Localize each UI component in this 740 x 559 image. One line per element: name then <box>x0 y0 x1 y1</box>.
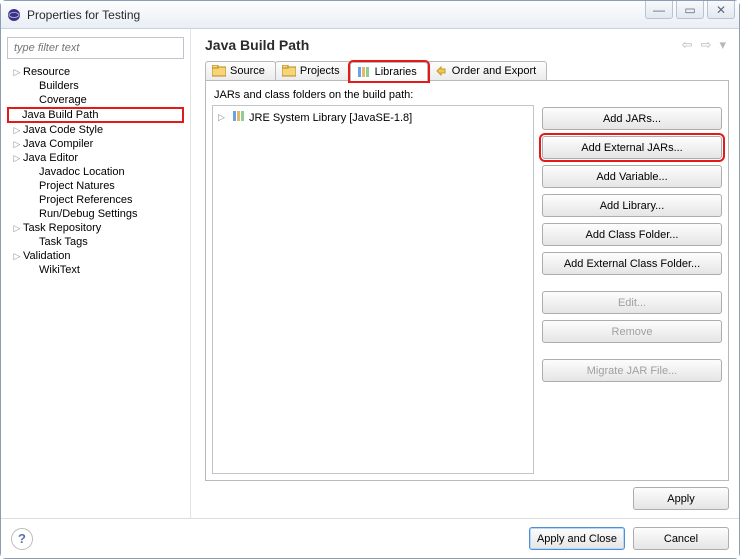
sidebar-item-task-repository[interactable]: ▷Task Repository <box>7 221 184 235</box>
close-button[interactable]: ✕ <box>707 1 735 19</box>
tree-row-jre[interactable]: ▷ JRE System Library [JavaSE-1.8] <box>216 109 530 126</box>
sidebar-item-builders[interactable]: Builders <box>7 79 184 93</box>
sidebar-item-java-compiler[interactable]: ▷Java Compiler <box>7 137 184 151</box>
add-external-jars-button[interactable]: Add External JARs... <box>542 136 722 159</box>
projects-folder-icon <box>282 65 296 77</box>
nav-tree: ▷ResourceBuildersCoverageJava Build Path… <box>7 65 184 510</box>
add-variable-button[interactable]: Add Variable... <box>542 165 722 188</box>
apply-and-close-button[interactable]: Apply and Close <box>529 527 625 550</box>
tree-row-label: JRE System Library [JavaSE-1.8] <box>249 112 412 124</box>
libraries-tree[interactable]: ▷ JRE System Library [JavaSE-1.8] <box>212 105 534 474</box>
help-icon[interactable]: ? <box>11 528 33 550</box>
tree-arrow-icon[interactable]: ▷ <box>11 125 23 136</box>
sidebar-item-label: Task Tags <box>39 236 88 248</box>
tab-label: Libraries <box>375 66 417 78</box>
sidebar-item-label: Builders <box>39 80 79 92</box>
tab-libraries[interactable]: Libraries <box>350 62 428 81</box>
edit-button[interactable]: Edit... <box>542 291 722 314</box>
add-class-folder-button[interactable]: Add Class Folder... <box>542 223 722 246</box>
sidebar-item-label: Validation <box>23 250 71 262</box>
titlebar: Properties for Testing — ▭ ✕ <box>1 1 739 29</box>
sidebar-item-label: Javadoc Location <box>39 166 125 178</box>
page-title: Java Build Path <box>205 37 679 53</box>
sidebar-item-wikitext[interactable]: WikiText <box>7 263 184 277</box>
window-title: Properties for Testing <box>27 8 140 22</box>
sidebar-item-label: Task Repository <box>23 222 101 234</box>
sidebar-item-label: Java Editor <box>23 152 78 164</box>
sidebar-item-run-debug-settings[interactable]: Run/Debug Settings <box>7 207 184 221</box>
cancel-button[interactable]: Cancel <box>633 527 729 550</box>
source-folder-icon <box>212 65 226 77</box>
back-arrow-icon[interactable]: ⇦ <box>679 37 696 53</box>
tree-arrow-icon[interactable]: ▷ <box>11 251 23 262</box>
tab-source[interactable]: Source <box>205 61 276 80</box>
tree-arrow-icon[interactable]: ▷ <box>11 67 23 78</box>
sidebar-item-label: Project Natures <box>39 180 115 192</box>
sidebar-item-label: WikiText <box>39 264 80 276</box>
history-nav: ⇦ ⇨ ▾ <box>679 37 729 53</box>
tree-expand-icon[interactable]: ▷ <box>218 112 229 123</box>
tab-projects[interactable]: Projects <box>275 61 351 80</box>
tab-label: Order and Export <box>452 65 536 77</box>
minimize-button[interactable]: — <box>645 1 673 19</box>
tab-order-export[interactable]: Order and Export <box>427 61 547 80</box>
order-export-icon <box>434 65 448 77</box>
add-library-button[interactable]: Add Library... <box>542 194 722 217</box>
sidebar-item-resource[interactable]: ▷Resource <box>7 65 184 79</box>
sidebar-item-project-natures[interactable]: Project Natures <box>7 179 184 193</box>
sidebar-item-java-editor[interactable]: ▷Java Editor <box>7 151 184 165</box>
add-external-class-folder-button[interactable]: Add External Class Folder... <box>542 252 722 275</box>
eclipse-icon <box>7 8 21 22</box>
sidebar-item-project-references[interactable]: Project References <box>7 193 184 207</box>
libraries-description: JARs and class folders on the build path… <box>214 89 722 101</box>
sidebar-item-label: Java Code Style <box>23 124 103 136</box>
remove-button[interactable]: Remove <box>542 320 722 343</box>
sidebar-item-label: Java Compiler <box>23 138 93 150</box>
filter-input[interactable] <box>7 37 184 59</box>
dropdown-arrow-icon[interactable]: ▾ <box>716 37 729 53</box>
sidebar-item-task-tags[interactable]: Task Tags <box>7 235 184 249</box>
sidebar: ▷ResourceBuildersCoverageJava Build Path… <box>1 29 191 518</box>
tree-arrow-icon[interactable]: ▷ <box>11 139 23 150</box>
tree-arrow-icon[interactable]: ▷ <box>11 153 23 164</box>
add-jars-button[interactable]: Add JARs... <box>542 107 722 130</box>
tab-label: Source <box>230 65 265 77</box>
library-icon <box>232 110 246 125</box>
sidebar-item-label: Project References <box>39 194 133 206</box>
tabstrip: Source Projects Libraries Order and Expo… <box>205 61 729 81</box>
sidebar-item-coverage[interactable]: Coverage <box>7 93 184 107</box>
sidebar-item-label: Coverage <box>39 94 87 106</box>
forward-arrow-icon[interactable]: ⇨ <box>698 37 715 53</box>
sidebar-item-validation[interactable]: ▷Validation <box>7 249 184 263</box>
tree-arrow-icon[interactable]: ▷ <box>11 223 23 234</box>
sidebar-item-java-build-path[interactable]: Java Build Path <box>7 107 184 123</box>
tab-label: Projects <box>300 65 340 77</box>
apply-button[interactable]: Apply <box>633 487 729 510</box>
migrate-jar-button[interactable]: Migrate JAR File... <box>542 359 722 382</box>
maximize-button[interactable]: ▭ <box>676 1 704 19</box>
libraries-icon <box>357 66 371 78</box>
sidebar-item-java-code-style[interactable]: ▷Java Code Style <box>7 123 184 137</box>
sidebar-item-javadoc-location[interactable]: Javadoc Location <box>7 165 184 179</box>
sidebar-item-label: Run/Debug Settings <box>39 208 137 220</box>
sidebar-item-label: Java Build Path <box>22 109 98 121</box>
sidebar-item-label: Resource <box>23 66 70 78</box>
